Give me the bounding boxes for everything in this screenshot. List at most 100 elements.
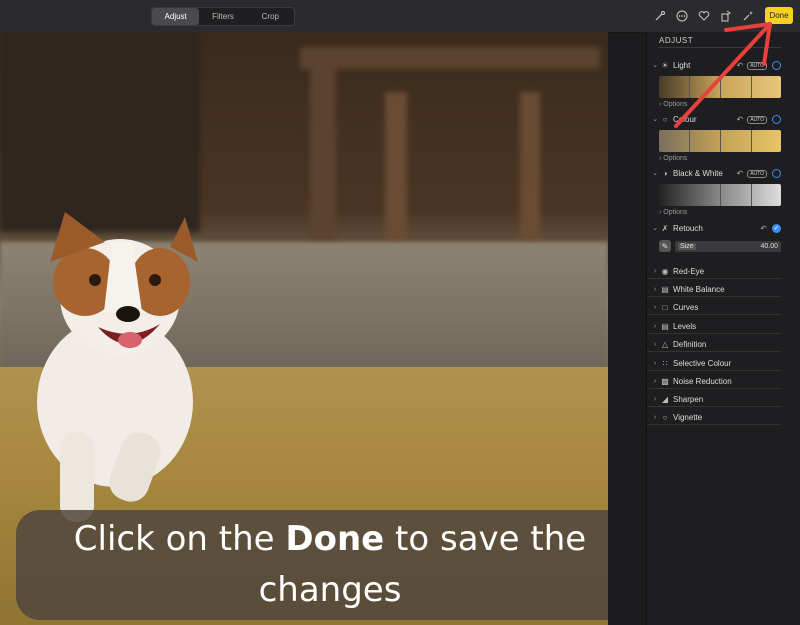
photo-canvas[interactable]: Click on the Done to save the changes bbox=[0, 32, 608, 625]
light-options-label: Options bbox=[663, 101, 688, 108]
light-auto-button[interactable]: AUTO bbox=[747, 61, 767, 70]
retouch-section: ⌄ ✗ Retouch ↶ ✓ ✎ Size 40.00 bbox=[647, 221, 800, 252]
colour-toggle[interactable] bbox=[772, 115, 781, 124]
auto-enhance-icon[interactable] bbox=[740, 8, 756, 24]
colour-options[interactable]: › Options bbox=[659, 155, 687, 162]
undo-icon[interactable]: ↶ bbox=[736, 61, 743, 70]
background-post bbox=[310, 62, 336, 252]
chevron-right-icon: › bbox=[653, 267, 657, 275]
levels-label: Levels bbox=[673, 321, 697, 331]
undo-icon[interactable]: ↶ bbox=[760, 224, 767, 233]
bw-options-label: Options bbox=[663, 209, 688, 216]
toolbar-icons bbox=[652, 8, 756, 24]
retouch-size-row: ✎ Size 40.00 bbox=[659, 239, 781, 253]
magic-wand-icon[interactable] bbox=[652, 8, 668, 24]
instruction-caption: Click on the Done to save the changes bbox=[16, 510, 608, 620]
curves-icon: □ bbox=[662, 302, 668, 312]
bw-label: Black & White bbox=[673, 168, 723, 178]
colour-options-label: Options bbox=[663, 155, 688, 162]
bw-header[interactable]: ⌄ ◑ Black & White ↶ AUTO bbox=[647, 166, 800, 180]
colour-slider-strip[interactable] bbox=[659, 130, 781, 152]
undo-icon[interactable]: ↶ bbox=[736, 115, 743, 124]
more-icon[interactable] bbox=[674, 8, 690, 24]
retouch-header[interactable]: ⌄ ✗ Retouch ↶ ✓ bbox=[647, 221, 800, 235]
tab-crop[interactable]: Crop bbox=[247, 8, 294, 25]
definition-icon: △ bbox=[661, 339, 669, 349]
levels-icon: ▤ bbox=[661, 321, 669, 331]
chevron-right-icon: › bbox=[653, 413, 657, 421]
light-options[interactable]: › Options bbox=[659, 101, 687, 108]
white-balance-item[interactable]: › ▤ White Balance bbox=[647, 282, 781, 297]
chevron-right-icon: › bbox=[653, 377, 657, 385]
half-circle-icon: ◑ bbox=[662, 168, 668, 178]
light-section: ⌄ ☀ Light ↶ AUTO › Options bbox=[647, 58, 800, 108]
undo-icon[interactable]: ↶ bbox=[736, 169, 743, 178]
selective-colour-item[interactable]: › ∷ Selective Colour bbox=[647, 356, 781, 371]
sharpen-item[interactable]: › ◢ Sharpen bbox=[647, 392, 781, 407]
brush-icon[interactable]: ✎ bbox=[659, 240, 671, 252]
rotate-icon[interactable] bbox=[718, 8, 734, 24]
size-slider[interactable]: Size 40.00 bbox=[675, 240, 781, 252]
done-button[interactable]: Done bbox=[765, 7, 793, 24]
chevron-right-icon: › bbox=[653, 322, 657, 330]
colour-header[interactable]: ⌄ ○ Colour ↶ AUTO bbox=[647, 112, 800, 126]
bw-slider-strip[interactable] bbox=[659, 184, 781, 206]
curves-item[interactable]: › □ Curves bbox=[647, 300, 781, 315]
chevron-right-icon: › bbox=[653, 340, 657, 348]
chevron-down-icon[interactable]: ⌄ bbox=[650, 169, 660, 177]
vignette-label: Vignette bbox=[673, 412, 703, 422]
selective-colour-label: Selective Colour bbox=[673, 358, 732, 368]
panel-divider bbox=[659, 47, 781, 48]
chevron-down-icon[interactable]: ⌄ bbox=[650, 61, 660, 69]
bw-controls: ↶ AUTO bbox=[736, 169, 767, 178]
eye-icon: ◉ bbox=[661, 266, 669, 276]
red-eye-label: Red-Eye bbox=[673, 266, 705, 276]
caption-bold: Done bbox=[285, 519, 385, 559]
sun-icon: ☀ bbox=[661, 60, 669, 70]
chevron-down-icon[interactable]: ⌄ bbox=[650, 224, 660, 232]
adjust-panel: ADJUST ⌄ ☀ Light ↶ AUTO › Options ⌄ ○ Co… bbox=[646, 32, 800, 625]
light-label: Light bbox=[673, 60, 691, 70]
colour-auto-button[interactable]: AUTO bbox=[747, 115, 767, 124]
light-controls: ↶ AUTO bbox=[736, 61, 767, 70]
colour-section: ⌄ ○ Colour ↶ AUTO › Options bbox=[647, 112, 800, 162]
curves-label: Curves bbox=[673, 302, 699, 312]
retouch-enabled-check[interactable]: ✓ bbox=[772, 224, 781, 233]
bw-auto-button[interactable]: AUTO bbox=[747, 169, 767, 178]
definition-label: Definition bbox=[673, 339, 707, 349]
bw-section: ⌄ ◑ Black & White ↶ AUTO › Options bbox=[647, 166, 800, 216]
red-eye-item[interactable]: › ◉ Red-Eye bbox=[647, 264, 781, 279]
levels-item[interactable]: › ▤ Levels bbox=[647, 319, 781, 334]
heart-icon[interactable] bbox=[696, 8, 712, 24]
selective-colour-icon: ∷ bbox=[662, 358, 668, 368]
chevron-right-icon: › bbox=[653, 285, 657, 293]
light-toggle[interactable] bbox=[772, 61, 781, 70]
chevron-right-icon: › bbox=[653, 359, 657, 367]
noise-reduction-label: Noise Reduction bbox=[673, 376, 732, 386]
chevron-down-icon[interactable]: ⌄ bbox=[650, 115, 660, 123]
size-value: 40.00 bbox=[760, 242, 778, 250]
light-header[interactable]: ⌄ ☀ Light ↶ AUTO bbox=[647, 58, 800, 72]
chevron-right-icon: › bbox=[653, 395, 657, 403]
colour-label: Colour bbox=[673, 114, 697, 124]
top-toolbar: Adjust Filters Crop Done bbox=[0, 0, 800, 33]
colour-circle-icon: ○ bbox=[662, 114, 668, 124]
retouch-controls: ↶ bbox=[760, 224, 767, 233]
definition-item[interactable]: › △ Definition bbox=[647, 337, 781, 352]
tab-filters[interactable]: Filters bbox=[199, 8, 246, 25]
vignette-icon: ○ bbox=[662, 412, 668, 422]
sharpen-icon: ◢ bbox=[661, 394, 669, 404]
background-post bbox=[520, 92, 540, 252]
background-beam bbox=[300, 47, 600, 69]
bw-options[interactable]: › Options bbox=[659, 209, 687, 216]
bw-toggle[interactable] bbox=[772, 169, 781, 178]
vignette-item[interactable]: › ○ Vignette bbox=[647, 410, 781, 425]
bandage-icon: ✗ bbox=[661, 223, 669, 233]
background-post bbox=[385, 92, 407, 252]
white-balance-label: White Balance bbox=[673, 284, 725, 294]
dog-image bbox=[37, 212, 198, 522]
size-label: Size bbox=[678, 242, 696, 250]
tab-adjust[interactable]: Adjust bbox=[152, 8, 200, 25]
light-slider-strip[interactable] bbox=[659, 76, 781, 98]
noise-reduction-item[interactable]: › ▩ Noise Reduction bbox=[647, 374, 781, 389]
